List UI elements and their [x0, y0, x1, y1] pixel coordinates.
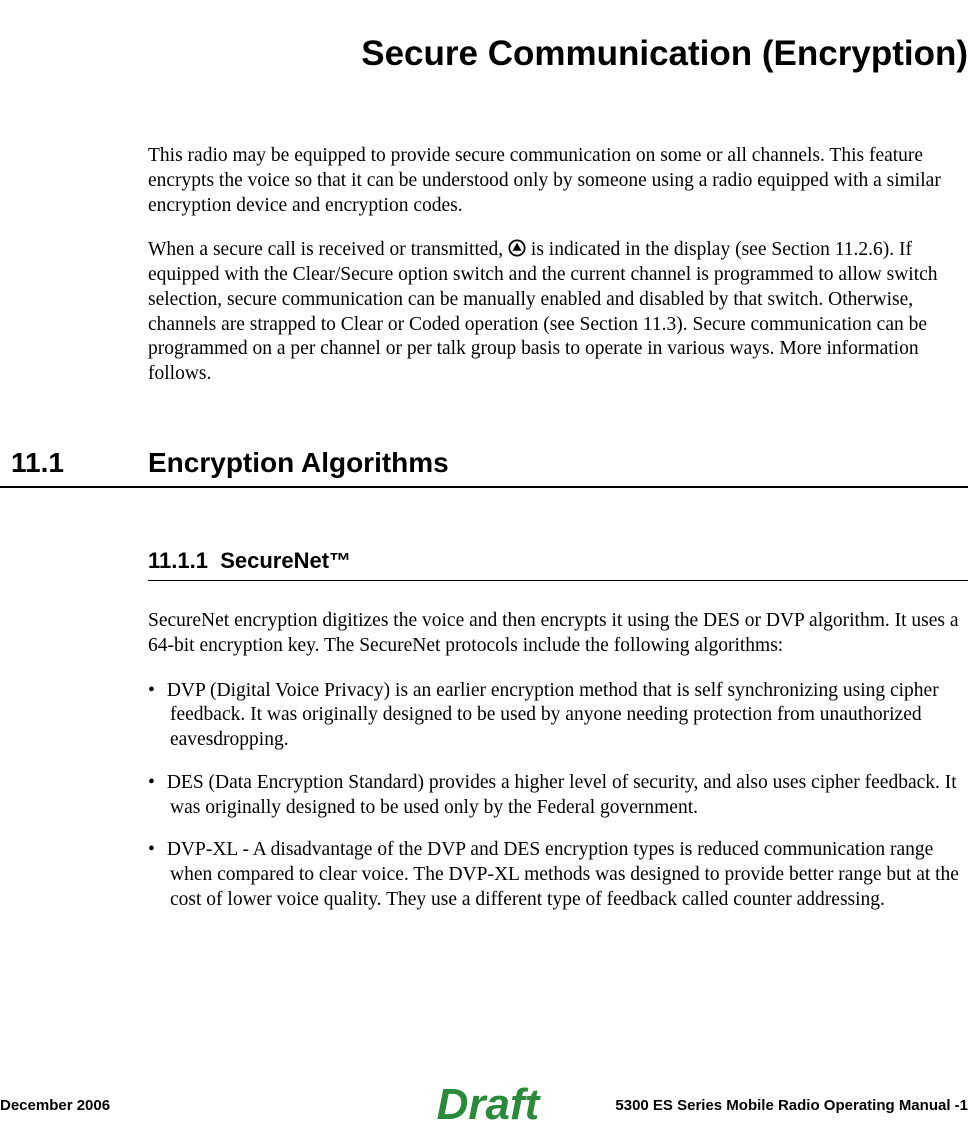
page-footer: December 2006 5300 ES Series Mobile Radi… [0, 1097, 968, 1114]
intro-paragraph-2: When a secure call is received or transm… [148, 238, 968, 387]
intro-p2-post: is indicated in the display (see Section… [148, 239, 938, 384]
section-heading-row: 11.1 Encryption Algorithms [148, 447, 968, 479]
section-number: 11.1 [0, 447, 148, 479]
list-item: DVP-XL - A disadvantage of the DVP and D… [148, 838, 968, 912]
intro-p2-pre: When a secure call is received or transm… [148, 239, 508, 260]
footer-manual-title: 5300 ES Series Mobile Radio Operating Ma… [615, 1097, 968, 1114]
subsection-title: SecureNet™ [220, 548, 351, 573]
subsection-number: 11.1.1 [148, 548, 208, 573]
section-title: Encryption Algorithms [148, 447, 449, 479]
page-title: Secure Communication (Encryption) [148, 34, 968, 74]
subsection-intro: SecureNet encryption digitizes the voice… [148, 609, 968, 659]
list-item: DVP (Digital Voice Privacy) is an earlie… [148, 679, 968, 753]
footer-date: December 2006 [0, 1097, 110, 1114]
list-item: DES (Data Encryption Standard) provides … [148, 771, 968, 821]
bullet-list: DVP (Digital Voice Privacy) is an earlie… [148, 679, 968, 913]
subsection-heading: 11.1.1 SecureNet™ [148, 548, 968, 574]
secure-mode-icon [508, 239, 526, 257]
subsection-rule [148, 580, 968, 581]
intro-paragraph-1: This radio may be equipped to provide se… [148, 144, 968, 218]
